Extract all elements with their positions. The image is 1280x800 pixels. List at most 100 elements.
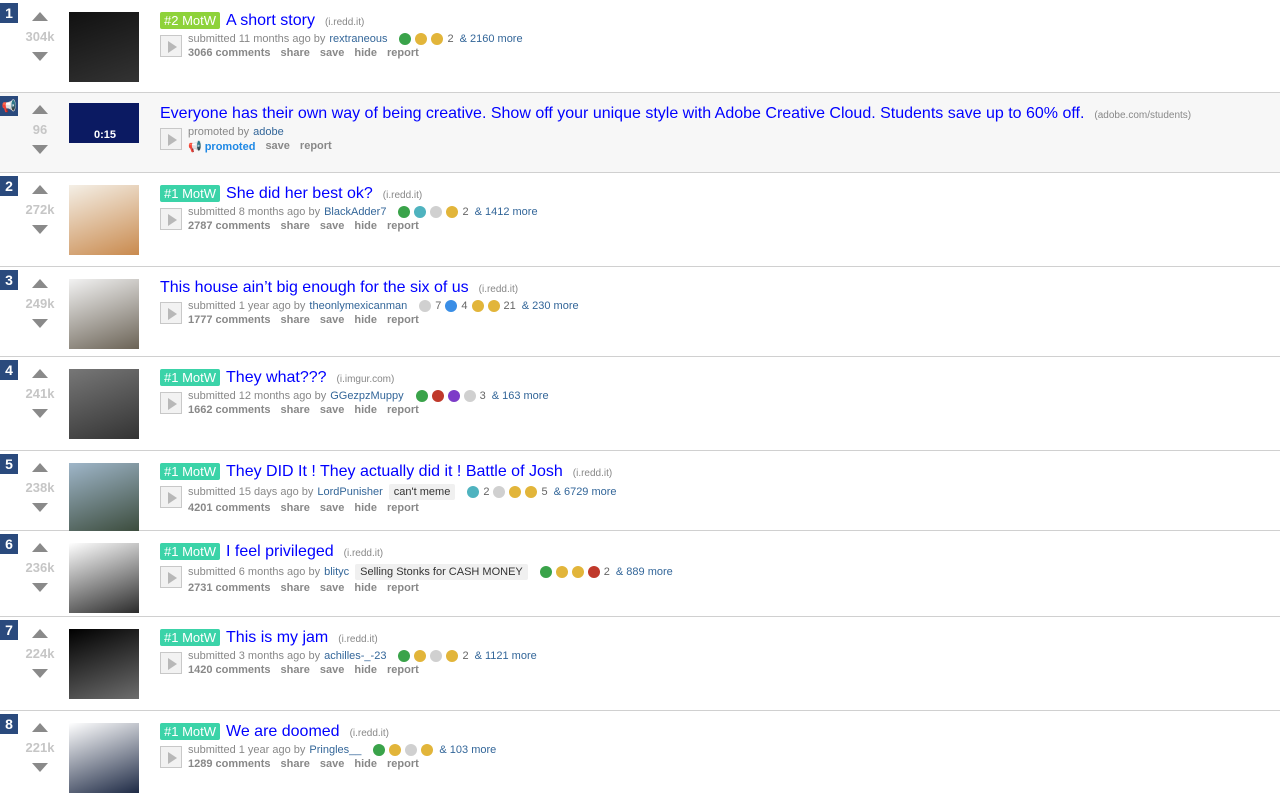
report-button[interactable]: report: [387, 220, 419, 232]
award-icon[interactable]: [419, 300, 432, 312]
upvote-icon[interactable]: [32, 12, 48, 21]
award-icon[interactable]: [467, 486, 480, 498]
award-icon[interactable]: [431, 33, 444, 45]
comments-link[interactable]: 1777 comments: [188, 314, 271, 326]
expando-button[interactable]: [160, 486, 182, 508]
save-button[interactable]: save: [320, 47, 344, 59]
award-icon[interactable]: [373, 744, 386, 756]
award-icon[interactable]: [414, 206, 427, 218]
award-icon[interactable]: [509, 486, 522, 498]
share-button[interactable]: share: [281, 314, 310, 326]
award-icon[interactable]: [487, 300, 500, 312]
post-title[interactable]: Everyone has their own way of being crea…: [160, 105, 1084, 123]
share-button[interactable]: share: [281, 47, 310, 59]
thumbnail[interactable]: [69, 185, 139, 255]
expando-button[interactable]: [160, 302, 182, 324]
post-domain[interactable]: (i.redd.it): [383, 190, 422, 201]
save-button[interactable]: save: [320, 220, 344, 232]
award-icon[interactable]: [415, 33, 428, 45]
share-button[interactable]: share: [281, 502, 310, 514]
post-domain[interactable]: (adobe.com/students): [1094, 110, 1191, 121]
post-domain[interactable]: (i.imgur.com): [337, 374, 395, 385]
report-button[interactable]: report: [300, 140, 332, 153]
author-link[interactable]: adobe: [253, 126, 284, 138]
hide-button[interactable]: hide: [354, 314, 377, 326]
thumbnail[interactable]: [69, 629, 139, 699]
upvote-icon[interactable]: [32, 369, 48, 378]
report-button[interactable]: report: [387, 47, 419, 59]
expando-button[interactable]: [160, 128, 182, 150]
post-domain[interactable]: (i.redd.it): [325, 17, 364, 28]
promoted-label[interactable]: 📢 promoted: [188, 140, 255, 154]
post-domain[interactable]: (i.redd.it): [573, 468, 612, 479]
post-domain[interactable]: (i.redd.it): [344, 548, 383, 559]
more-awards-link[interactable]: & 1121 more: [475, 650, 537, 662]
award-icon[interactable]: [471, 300, 484, 312]
save-button[interactable]: save: [320, 404, 344, 416]
award-icon[interactable]: [421, 744, 434, 756]
save-button[interactable]: save: [320, 758, 344, 770]
comments-link[interactable]: 1289 comments: [188, 758, 271, 770]
upvote-icon[interactable]: [32, 279, 48, 288]
thumbnail[interactable]: [69, 279, 139, 349]
downvote-icon[interactable]: [32, 583, 48, 592]
downvote-icon[interactable]: [32, 145, 48, 154]
post-domain[interactable]: (i.redd.it): [479, 284, 518, 295]
award-icon[interactable]: [445, 300, 458, 312]
hide-button[interactable]: hide: [354, 404, 377, 416]
award-icon[interactable]: [555, 566, 568, 578]
comments-link[interactable]: 2787 comments: [188, 220, 271, 232]
report-button[interactable]: report: [387, 664, 419, 676]
author-link[interactable]: rextraneous: [329, 33, 387, 45]
report-button[interactable]: report: [387, 502, 419, 514]
save-button[interactable]: save: [320, 314, 344, 326]
save-button[interactable]: save: [320, 664, 344, 676]
more-awards-link[interactable]: & 6729 more: [554, 486, 617, 498]
award-icon[interactable]: [587, 566, 600, 578]
author-link[interactable]: achilles-_-23: [324, 650, 386, 662]
award-icon[interactable]: [398, 650, 411, 662]
post-title[interactable]: They what???: [226, 369, 327, 387]
more-awards-link[interactable]: & 1412 more: [475, 206, 538, 218]
author-link[interactable]: LordPunisher: [317, 486, 382, 498]
thumbnail[interactable]: [69, 369, 139, 439]
post-domain[interactable]: (i.redd.it): [350, 728, 389, 739]
more-awards-link[interactable]: & 163 more: [492, 390, 549, 402]
expando-button[interactable]: [160, 746, 182, 768]
upvote-icon[interactable]: [32, 629, 48, 638]
expando-button[interactable]: [160, 566, 182, 588]
downvote-icon[interactable]: [32, 225, 48, 234]
author-link[interactable]: GGezpzMuppy: [330, 390, 403, 402]
hide-button[interactable]: hide: [354, 758, 377, 770]
award-icon[interactable]: [389, 744, 402, 756]
post-title[interactable]: She did her best ok?: [226, 185, 373, 203]
post-title[interactable]: This is my jam: [226, 629, 328, 647]
downvote-icon[interactable]: [32, 763, 48, 772]
downvote-icon[interactable]: [32, 319, 48, 328]
downvote-icon[interactable]: [32, 503, 48, 512]
award-icon[interactable]: [571, 566, 584, 578]
downvote-icon[interactable]: [32, 52, 48, 61]
expando-button[interactable]: [160, 652, 182, 674]
share-button[interactable]: share: [281, 220, 310, 232]
share-button[interactable]: share: [281, 582, 310, 594]
post-title[interactable]: This house ain’t big enough for the six …: [160, 279, 469, 297]
more-awards-link[interactable]: & 2160 more: [460, 33, 523, 45]
thumbnail[interactable]: [69, 723, 139, 793]
thumbnail[interactable]: [69, 463, 139, 533]
upvote-icon[interactable]: [32, 463, 48, 472]
expando-button[interactable]: [160, 35, 182, 57]
save-button[interactable]: save: [320, 502, 344, 514]
author-link[interactable]: BlackAdder7: [324, 206, 386, 218]
post-title[interactable]: They DID It ! They actually did it ! Bat…: [226, 463, 563, 481]
hide-button[interactable]: hide: [354, 220, 377, 232]
report-button[interactable]: report: [387, 314, 419, 326]
award-icon[interactable]: [525, 486, 538, 498]
save-button[interactable]: save: [320, 582, 344, 594]
award-icon[interactable]: [415, 390, 428, 402]
downvote-icon[interactable]: [32, 409, 48, 418]
award-icon[interactable]: [463, 390, 476, 402]
award-icon[interactable]: [446, 650, 459, 662]
post-title[interactable]: We are doomed: [226, 723, 340, 741]
award-icon[interactable]: [431, 390, 444, 402]
